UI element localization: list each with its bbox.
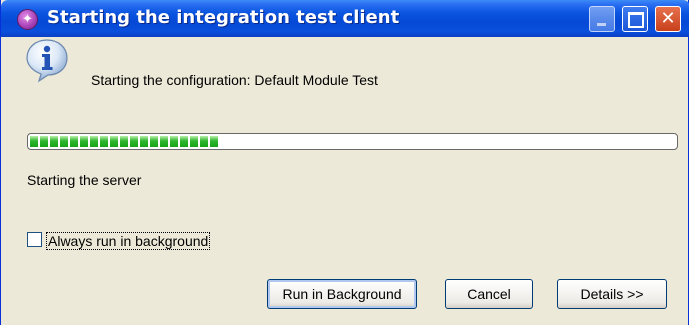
progress-fill xyxy=(30,136,220,147)
window-title: Starting the integration test client xyxy=(47,7,400,28)
close-button[interactable]: ✕ xyxy=(655,6,681,32)
progress-segment xyxy=(170,136,178,147)
app-icon: ✦ xyxy=(17,9,38,30)
progress-segment xyxy=(40,136,48,147)
progress-segment xyxy=(130,136,138,147)
progress-segment xyxy=(140,136,148,147)
title-bar[interactable]: ✦ Starting the integration test client ✕ xyxy=(1,0,689,37)
progress-segment xyxy=(180,136,188,147)
info-icon xyxy=(24,37,70,83)
progress-segment xyxy=(160,136,168,147)
cancel-button[interactable]: Cancel xyxy=(445,279,533,309)
always-run-background-checkbox[interactable] xyxy=(27,232,42,247)
maximize-button[interactable] xyxy=(622,6,648,32)
run-in-background-button[interactable]: Run in Background xyxy=(267,279,417,309)
progress-segment xyxy=(70,136,78,147)
progress-segment xyxy=(60,136,68,147)
progress-segment xyxy=(120,136,128,147)
progress-bar xyxy=(27,133,678,150)
progress-segment xyxy=(30,136,38,147)
progress-segment xyxy=(50,136,58,147)
progress-segment xyxy=(200,136,208,147)
progress-segment xyxy=(150,136,158,147)
progress-segment xyxy=(90,136,98,147)
progress-segment xyxy=(110,136,118,147)
status-text: Starting the server xyxy=(27,172,142,188)
close-icon: ✕ xyxy=(660,8,676,29)
configuration-message: Starting the configuration: Default Modu… xyxy=(91,72,378,88)
progress-segment xyxy=(210,136,218,147)
always-run-background-label[interactable]: Always run in background xyxy=(46,232,211,250)
minimize-button[interactable] xyxy=(589,6,615,32)
dialog-window: ✦ Starting the integration test client ✕ xyxy=(0,0,689,325)
progress-segment xyxy=(80,136,88,147)
progress-segment xyxy=(190,136,198,147)
details-button[interactable]: Details >> xyxy=(557,279,667,309)
progress-segment xyxy=(100,136,108,147)
